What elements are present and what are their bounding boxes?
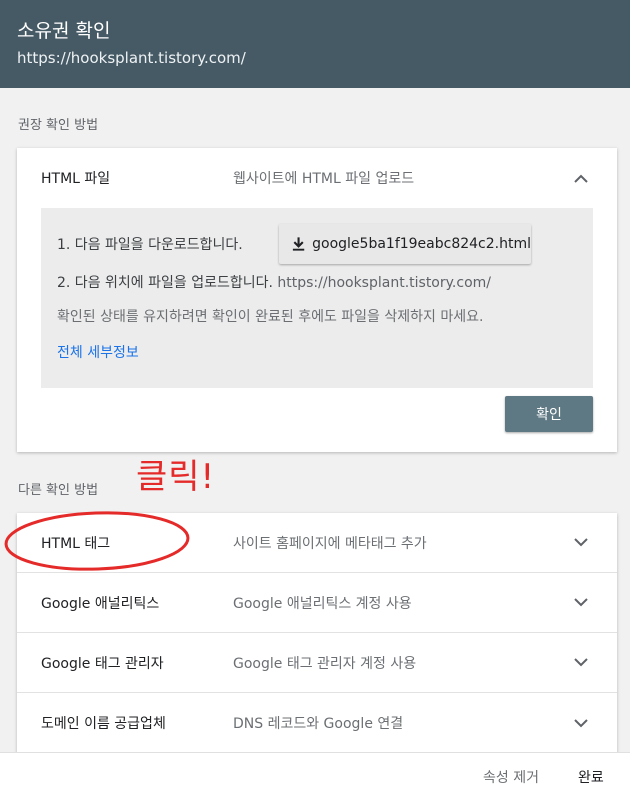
- method-name: 도메인 이름 공급업체: [41, 716, 166, 732]
- done-button[interactable]: 완료: [578, 753, 604, 800]
- html-file-method-header[interactable]: HTML 파일 웹사이트에 HTML 파일 업로드: [17, 148, 617, 208]
- recommended-method-card: HTML 파일 웹사이트에 HTML 파일 업로드 1. 다음 파일을 다운로드…: [17, 148, 617, 452]
- click-annotation: 클릭!: [136, 457, 216, 497]
- chevron-down-icon[interactable]: [569, 711, 593, 735]
- method-description: Google 태그 관리자 계정 사용: [233, 655, 417, 672]
- full-details-link[interactable]: 전체 세부정보: [57, 342, 139, 362]
- step-1-text: 1. 다음 파일을 다운로드합니다.: [57, 237, 243, 253]
- method-row-google-analytics[interactable]: Google 애널리틱스 Google 애널리틱스 계정 사용: [17, 573, 617, 633]
- step-2-label: 2. 다음 위치에 파일을 업로드합니다.: [57, 275, 273, 291]
- other-methods-section-label: 다른 확인 방법: [18, 483, 99, 498]
- step-2-text: 2. 다음 위치에 파일을 업로드합니다. https://hooksplant…: [57, 272, 491, 292]
- remove-property-button[interactable]: 속성 제거: [483, 753, 539, 800]
- download-icon: [292, 237, 305, 251]
- method-row-google-tag-manager[interactable]: Google 태그 관리자 Google 태그 관리자 계정 사용: [17, 633, 617, 693]
- method-row-domain-provider[interactable]: 도메인 이름 공급업체 DNS 레코드와 Google 연결: [17, 693, 617, 753]
- chevron-up-icon[interactable]: [569, 166, 593, 190]
- method-description: DNS 레코드와 Google 연결: [233, 716, 404, 732]
- method-description: Google 애널리틱스 계정 사용: [233, 595, 412, 612]
- dialog-title: 소유권 확인: [17, 20, 111, 42]
- chevron-down-icon[interactable]: [569, 651, 593, 675]
- method-name: HTML 태그: [41, 535, 111, 552]
- method-name: Google 애널리틱스: [41, 595, 160, 612]
- method-name: HTML 파일: [41, 171, 111, 187]
- chevron-down-icon[interactable]: [569, 591, 593, 615]
- method-row-html-tag[interactable]: HTML 태그 사이트 홈페이지에 메타태그 추가: [17, 513, 617, 573]
- keep-file-note: 확인된 상태를 유지하려면 확인이 완료된 후에도 파일을 삭제하지 마세요.: [57, 309, 484, 325]
- method-name: Google 태그 관리자: [41, 655, 164, 672]
- download-file-button[interactable]: google5ba1f19eabc824c2.html: [279, 224, 531, 264]
- method-description: 사이트 홈페이지에 메타태그 추가: [233, 535, 427, 552]
- dialog-header: 소유권 확인 https://hooksplant.tistory.com/: [0, 0, 630, 88]
- confirm-button[interactable]: 확인: [505, 396, 593, 432]
- download-file-name: google5ba1f19eabc824c2.html: [312, 236, 531, 252]
- chevron-down-icon[interactable]: [569, 531, 593, 555]
- other-methods-list: HTML 태그 사이트 홈페이지에 메타태그 추가 Google 애널리틱스 G…: [17, 513, 617, 753]
- dialog-footer: 속성 제거 완료: [0, 752, 630, 800]
- html-file-instructions-panel: 1. 다음 파일을 다운로드합니다. google5ba1f19eabc824c…: [41, 208, 593, 388]
- upload-location-url: https://hooksplant.tistory.com/: [277, 275, 491, 291]
- property-url: https://hooksplant.tistory.com/: [17, 49, 246, 67]
- method-description: 웹사이트에 HTML 파일 업로드: [233, 171, 415, 187]
- recommended-section-label: 권장 확인 방법: [18, 118, 99, 133]
